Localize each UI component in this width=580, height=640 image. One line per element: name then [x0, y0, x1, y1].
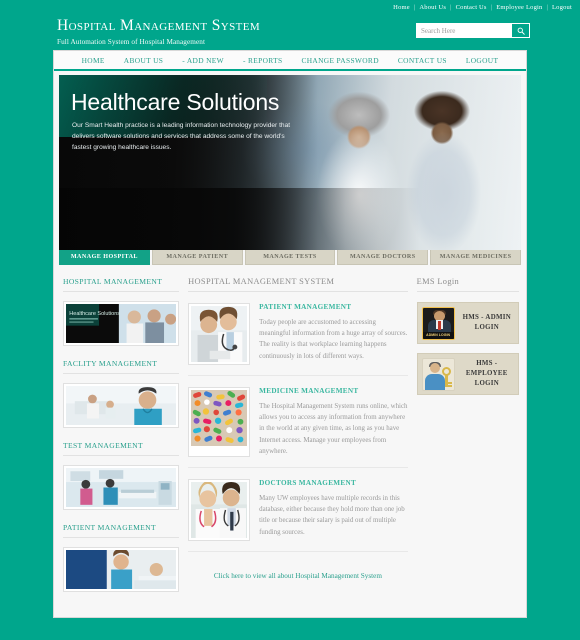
top-link-employee-login[interactable]: Employee Login — [496, 4, 542, 11]
nav-item-add-new[interactable]: - ADD NEW — [182, 56, 224, 65]
top-link-home[interactable]: Home — [393, 4, 410, 11]
admin-login-card[interactable]: ADMIN LOGIN HMS - ADMIN LOGIN — [416, 302, 519, 344]
admin-login-icon: ADMIN LOGIN — [421, 306, 455, 340]
colorful-pills-thumbnail — [191, 390, 248, 446]
key-bit-one — [447, 381, 452, 384]
sidebar-thumb-patient-management[interactable] — [63, 547, 180, 592]
employee-login-card[interactable]: HMS - EMPLOYEE LOGIN — [416, 353, 519, 395]
article-doctors-management: DOCTORS MANAGEMENT Many UW employees hav… — [188, 468, 408, 552]
tab-manage-medicines[interactable]: MANAGE MEDICINES — [430, 250, 521, 265]
two-doctors-thumbnail — [191, 481, 248, 538]
tab-manage-patient[interactable]: MANAGE PATIENT — [151, 250, 243, 265]
sidebar-title-patient-management: PATIENT MANAGEMENT — [63, 523, 180, 538]
admin-icon-tie — [438, 320, 441, 330]
left-sidebar: HOSPITAL MANAGEMENT Healthcare Solutions — [63, 277, 180, 605]
search-icon — [517, 27, 525, 35]
article-patient-management: PATIENT MANAGEMENT Today people are accu… — [188, 292, 408, 376]
employee-login-label: HMS - EMPLOYEE LOGIN — [465, 360, 508, 387]
nav-item-change-password[interactable]: CHANGE PASSWORD — [301, 56, 378, 65]
article-body: PATIENT MANAGEMENT Today people are accu… — [259, 303, 407, 365]
page-title: Hospital Management System — [57, 17, 261, 34]
site-tagline: Full Automation System of Hospital Manag… — [57, 37, 206, 46]
search-button[interactable] — [512, 24, 529, 37]
content-shell: HOME ABOUT US - ADD NEW - REPORTS CHANGE… — [53, 50, 527, 618]
banner-lower-overlay — [59, 188, 521, 250]
healthcare-banner-thumbnail: Healthcare Solutions — [66, 304, 177, 343]
admin-icon-caption: ADMIN LOGIN — [422, 331, 454, 339]
sidebar-title-test-management: TEST MANAGEMENT — [63, 441, 180, 456]
article-title: PATIENT MANAGEMENT — [259, 303, 352, 311]
site-brand: Hospital Management System Full Automati… — [57, 18, 260, 46]
article-thumb-box[interactable] — [188, 387, 251, 457]
right-sidebar: EMS Login ADMIN LOGIN HMS - ADMIN LOGIN — [408, 277, 519, 605]
tab-manage-doctors[interactable]: MANAGE DOCTORS — [337, 250, 429, 265]
top-links-bar: Home | About Us | Contact Us | Employee … — [393, 4, 572, 11]
ems-login-heading: EMS Login — [416, 277, 519, 292]
view-all-link[interactable]: Click here to view all about Hospital Ma… — [214, 572, 382, 580]
link-separator: | — [413, 4, 416, 11]
employee-key-icon — [421, 357, 455, 391]
link-separator: | — [450, 4, 452, 11]
nurse-facility-thumbnail — [66, 386, 177, 425]
nav-item-home[interactable]: HOME — [82, 56, 105, 65]
view-all-wrapper: Click here to view all about Hospital Ma… — [188, 552, 407, 583]
key-bit-two — [447, 385, 452, 387]
search-input[interactable] — [417, 24, 512, 37]
employee-icon-shirt — [424, 373, 445, 390]
tab-manage-hospital[interactable]: MANAGE HOSPITAL — [59, 250, 150, 265]
content-columns: HOSPITAL MANAGEMENT Healthcare Solutions — [54, 265, 526, 605]
search-box — [416, 23, 530, 38]
article-text: The Hospital Management System runs onli… — [259, 403, 408, 455]
article-text: Today people are accustomed to accessing… — [259, 319, 408, 360]
banner-subtext: Our Smart Health practice is a leading i… — [72, 122, 291, 151]
article-title: MEDICINE MANAGEMENT — [259, 387, 359, 395]
module-tabs: MANAGE HOSPITAL MANAGE PATIENT MANAGE TE… — [54, 250, 526, 265]
nav-item-logout[interactable]: LOGOUT — [466, 56, 498, 65]
nav-item-contact-us[interactable]: CONTACT US — [398, 56, 447, 65]
tab-manage-tests[interactable]: MANAGE TESTS — [244, 250, 336, 265]
banner-headline: Healthcare Solutions — [71, 89, 280, 115]
nav-item-reports[interactable]: - REPORTS — [243, 56, 282, 65]
sidebar-title-faclity-management: FACLITY MANAGEMENT — [63, 359, 180, 374]
link-separator: | — [490, 4, 493, 11]
patient-care-thumbnail — [66, 550, 177, 589]
article-title: DOCTORS MANAGEMENT — [259, 478, 357, 487]
sidebar-thumb-faclity-management[interactable] — [63, 383, 180, 428]
admin-login-label: HMS - ADMIN LOGIN — [462, 314, 512, 331]
article-thumb-box[interactable] — [188, 303, 251, 365]
nav-item-about-us[interactable]: ABOUT US — [124, 56, 163, 65]
main-navbar: HOME ABOUT US - ADD NEW - REPORTS CHANGE… — [54, 51, 526, 71]
doctor-and-patient-thumbnail — [191, 306, 248, 362]
operating-room-thumbnail — [66, 468, 177, 507]
sidebar-title-hospital-management: HOSPITAL MANAGEMENT — [63, 277, 180, 292]
main-content-column: HOSPITAL MANAGEMENT SYSTEM PATIENT MANAG… — [179, 277, 408, 605]
article-text: Many UW employees have multiple records … — [259, 494, 405, 536]
svg-text:Healthcare Solutions: Healthcare Solutions — [69, 311, 120, 317]
sidebar-thumb-test-management[interactable] — [63, 465, 180, 510]
top-link-logout[interactable]: Logout — [552, 4, 572, 11]
employee-icon-head — [429, 362, 440, 373]
hero-banner: Healthcare Solutions Our Smart Health pr… — [59, 75, 521, 250]
link-separator: | — [546, 4, 549, 11]
sidebar-thumb-hospital-management[interactable]: Healthcare Solutions — [63, 301, 180, 346]
main-heading: HOSPITAL MANAGEMENT SYSTEM — [188, 277, 408, 292]
article-body: MEDICINE MANAGEMENT The Hospital Managem… — [259, 387, 407, 457]
article-thumb-box[interactable] — [188, 478, 251, 541]
top-link-contact-us[interactable]: Contact Us — [456, 4, 487, 11]
article-medicine-management: MEDICINE MANAGEMENT The Hospital Managem… — [188, 376, 408, 468]
hero-banner-wrapper: Healthcare Solutions Our Smart Health pr… — [54, 71, 526, 250]
page-root: Home | About Us | Contact Us | Employee … — [0, 0, 580, 640]
article-body: DOCTORS MANAGEMENT Many UW employees hav… — [259, 479, 407, 541]
top-link-about-us[interactable]: About Us — [419, 4, 446, 11]
